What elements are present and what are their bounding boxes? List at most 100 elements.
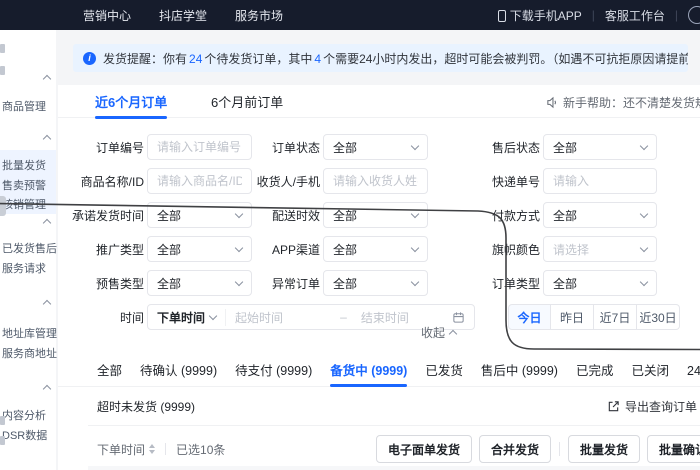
action-button[interactable]: 电子面单发货 bbox=[376, 435, 473, 463]
status-tab[interactable]: 已发货 bbox=[425, 353, 463, 387]
sidebar-item[interactable]: 批量发货 bbox=[2, 157, 46, 173]
filter-label: 付款方式 bbox=[491, 208, 540, 223]
sort-by-order-time[interactable]: 下单时间 bbox=[97, 441, 156, 458]
filter-select[interactable]: 全部 bbox=[147, 202, 252, 228]
chevron-up-icon[interactable] bbox=[42, 384, 52, 394]
sidebar-item[interactable]: 售卖预警 bbox=[2, 177, 46, 193]
status-tab[interactable]: 全部 bbox=[97, 353, 122, 387]
filter-row: 商品名称/ID 收货人/手机 快递单号 bbox=[58, 164, 700, 198]
select-value: 全部 bbox=[157, 276, 182, 291]
filter-label: 异常订单 bbox=[271, 276, 320, 291]
left-rail-fragment bbox=[0, 436, 5, 445]
filter-select[interactable]: 全部 bbox=[543, 202, 657, 228]
filter-select[interactable]: 全部 bbox=[323, 270, 428, 296]
chevron-down-icon bbox=[639, 141, 649, 150]
text-input[interactable] bbox=[333, 174, 418, 188]
status-tab[interactable]: 已完成 bbox=[576, 353, 614, 387]
status-tab[interactable]: 24h需发货 (9999) bbox=[687, 353, 700, 387]
sidebar-item[interactable]: 核销管理 bbox=[2, 196, 46, 212]
action-button[interactable]: 批量确认 bbox=[647, 435, 700, 463]
top-nav-item[interactable]: 抖店学堂 bbox=[159, 7, 207, 24]
filter-select[interactable]: 全部 bbox=[323, 236, 428, 262]
left-rail-fragment bbox=[0, 66, 5, 75]
select-value: 全部 bbox=[333, 242, 358, 257]
chevron-up-icon[interactable] bbox=[42, 218, 52, 228]
filter-label: 订单编号 bbox=[95, 140, 144, 155]
avatar[interactable] bbox=[688, 6, 700, 24]
text-input[interactable] bbox=[157, 174, 242, 188]
filter-label: APP渠道 bbox=[271, 242, 320, 257]
select-value: 请选择 bbox=[553, 242, 590, 257]
quick-date-3[interactable]: 近30日 bbox=[637, 304, 680, 330]
export-orders-button[interactable]: 导出查询订单 bbox=[607, 398, 697, 415]
megaphone-icon bbox=[547, 96, 556, 109]
sidebar-item[interactable]: 服务商地址 bbox=[2, 345, 57, 361]
quick-date-1[interactable]: 昨日 bbox=[551, 304, 594, 330]
select-value: 全部 bbox=[157, 242, 182, 257]
order-status-tabs: 全部 待确认 (9999) 待支付 (9999) 备货中 (9999) 已发货 售后中 (… bbox=[58, 353, 700, 387]
text-input[interactable] bbox=[553, 174, 647, 188]
top-nav-items: 营销中心 抖店学堂 服务市场 bbox=[83, 7, 283, 24]
quick-date-0[interactable]: 今日 bbox=[508, 304, 551, 330]
filter-select[interactable]: 全部 bbox=[543, 134, 657, 160]
info-icon: i bbox=[83, 51, 96, 65]
collapse-filters-button[interactable]: 收起 bbox=[421, 324, 458, 341]
sidebar-item[interactable]: 商品管理 bbox=[2, 98, 46, 114]
select-value: 全部 bbox=[553, 276, 578, 291]
end-time-placeholder[interactable]: 结束时间 bbox=[361, 309, 452, 326]
overdue-row: 超时未发货 (9999) 导出查询订单 bbox=[58, 387, 700, 425]
chevron-down-icon bbox=[639, 277, 649, 286]
tab-before-6-months[interactable]: 6个月前订单 bbox=[211, 92, 283, 111]
date-type-select[interactable]: 下单时间 bbox=[157, 308, 227, 326]
sidebar-item[interactable]: 已发货售后 bbox=[2, 240, 57, 256]
filter-select[interactable]: 全部 bbox=[323, 134, 428, 160]
top-navigation-bar: 营销中心 抖店学堂 服务市场 下载手机APP | 客服工作台 | bbox=[0, 0, 700, 30]
filter-input[interactable] bbox=[323, 168, 428, 194]
filter-select[interactable]: 全部 bbox=[543, 270, 657, 296]
status-tab[interactable]: 备货中 (9999) bbox=[330, 353, 408, 387]
filter-select[interactable]: 全部 bbox=[323, 202, 428, 228]
chevron-up-icon[interactable] bbox=[42, 134, 52, 144]
status-tab[interactable]: 待支付 (9999) bbox=[235, 353, 312, 387]
chevron-down-icon bbox=[410, 243, 420, 252]
chevron-down-icon bbox=[410, 141, 420, 150]
top-nav-item[interactable]: 服务市场 bbox=[235, 7, 283, 24]
left-rail-fragment bbox=[0, 416, 5, 425]
status-tab[interactable]: 待确认 (9999) bbox=[140, 353, 217, 387]
filter-select[interactable]: 全部 bbox=[147, 270, 252, 296]
filter-label: 时间 bbox=[119, 310, 144, 325]
action-button[interactable]: 批量发货 bbox=[568, 435, 641, 463]
top-nav-item[interactable]: 营销中心 bbox=[83, 7, 131, 24]
quick-date-2[interactable]: 近7日 bbox=[594, 304, 637, 330]
chevron-up-icon[interactable] bbox=[42, 299, 52, 309]
start-time-placeholder[interactable]: 起始时间 bbox=[235, 309, 326, 326]
status-tab[interactable]: 售后中 (9999) bbox=[481, 353, 558, 387]
download-app-link[interactable]: 下载手机APP bbox=[497, 7, 582, 24]
filter-form: 订单编号订单状态全部售后状态全部商品名称/ID收货人/手机快递单号承诺发货时间全… bbox=[58, 130, 700, 334]
filter-input[interactable] bbox=[147, 134, 252, 160]
chevron-down-icon bbox=[639, 243, 649, 252]
sidebar-item[interactable]: 地址库管理 bbox=[2, 325, 57, 341]
sidebar-item[interactable]: 服务请求 bbox=[2, 260, 46, 276]
sidebar-item[interactable]: DSR数据 bbox=[2, 427, 47, 443]
filter-select[interactable]: 请选择 bbox=[543, 236, 657, 262]
sidebar-item[interactable]: 内容分析 bbox=[2, 407, 46, 423]
table-header-background bbox=[88, 466, 700, 470]
tab-recent-6-months[interactable]: 近6个月订单 bbox=[95, 92, 168, 119]
text-input[interactable] bbox=[157, 140, 242, 154]
selected-count: 已选10条 bbox=[176, 442, 226, 457]
chevron-down-icon bbox=[410, 277, 420, 286]
filter-input[interactable] bbox=[147, 168, 252, 194]
service-workbench-link[interactable]: 客服工作台 bbox=[605, 7, 665, 24]
filter-input[interactable] bbox=[543, 168, 657, 194]
filter-select[interactable]: 全部 bbox=[147, 236, 252, 262]
newbie-help-link[interactable]: 新手帮助：还不清楚发货规则？快来帮助中心 bbox=[546, 94, 700, 111]
action-button[interactable]: 合并发货 bbox=[479, 435, 552, 463]
date-type-value: 下单时间 bbox=[157, 310, 206, 325]
filter-label: 收货人/手机 bbox=[256, 174, 320, 189]
calendar-icon bbox=[453, 311, 464, 323]
status-tab[interactable]: 已关闭 bbox=[631, 353, 669, 387]
filter-row: 承诺发货时间 全部 配送时效 全部 付款方式 全部 bbox=[58, 198, 700, 232]
overdue-unshipped-tab[interactable]: 超时未发货 (9999) bbox=[97, 398, 195, 415]
chevron-up-icon[interactable] bbox=[42, 74, 52, 84]
